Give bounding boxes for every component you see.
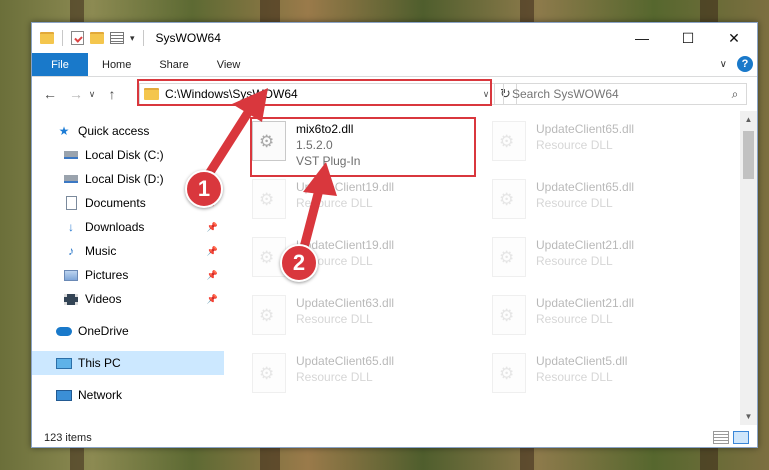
step-1-badge: 1 xyxy=(185,170,223,208)
step-2-badge: 2 xyxy=(280,244,318,282)
step1-arrow xyxy=(202,106,254,182)
step2-arrowhead xyxy=(303,162,337,196)
annotation-arrows xyxy=(202,88,337,260)
